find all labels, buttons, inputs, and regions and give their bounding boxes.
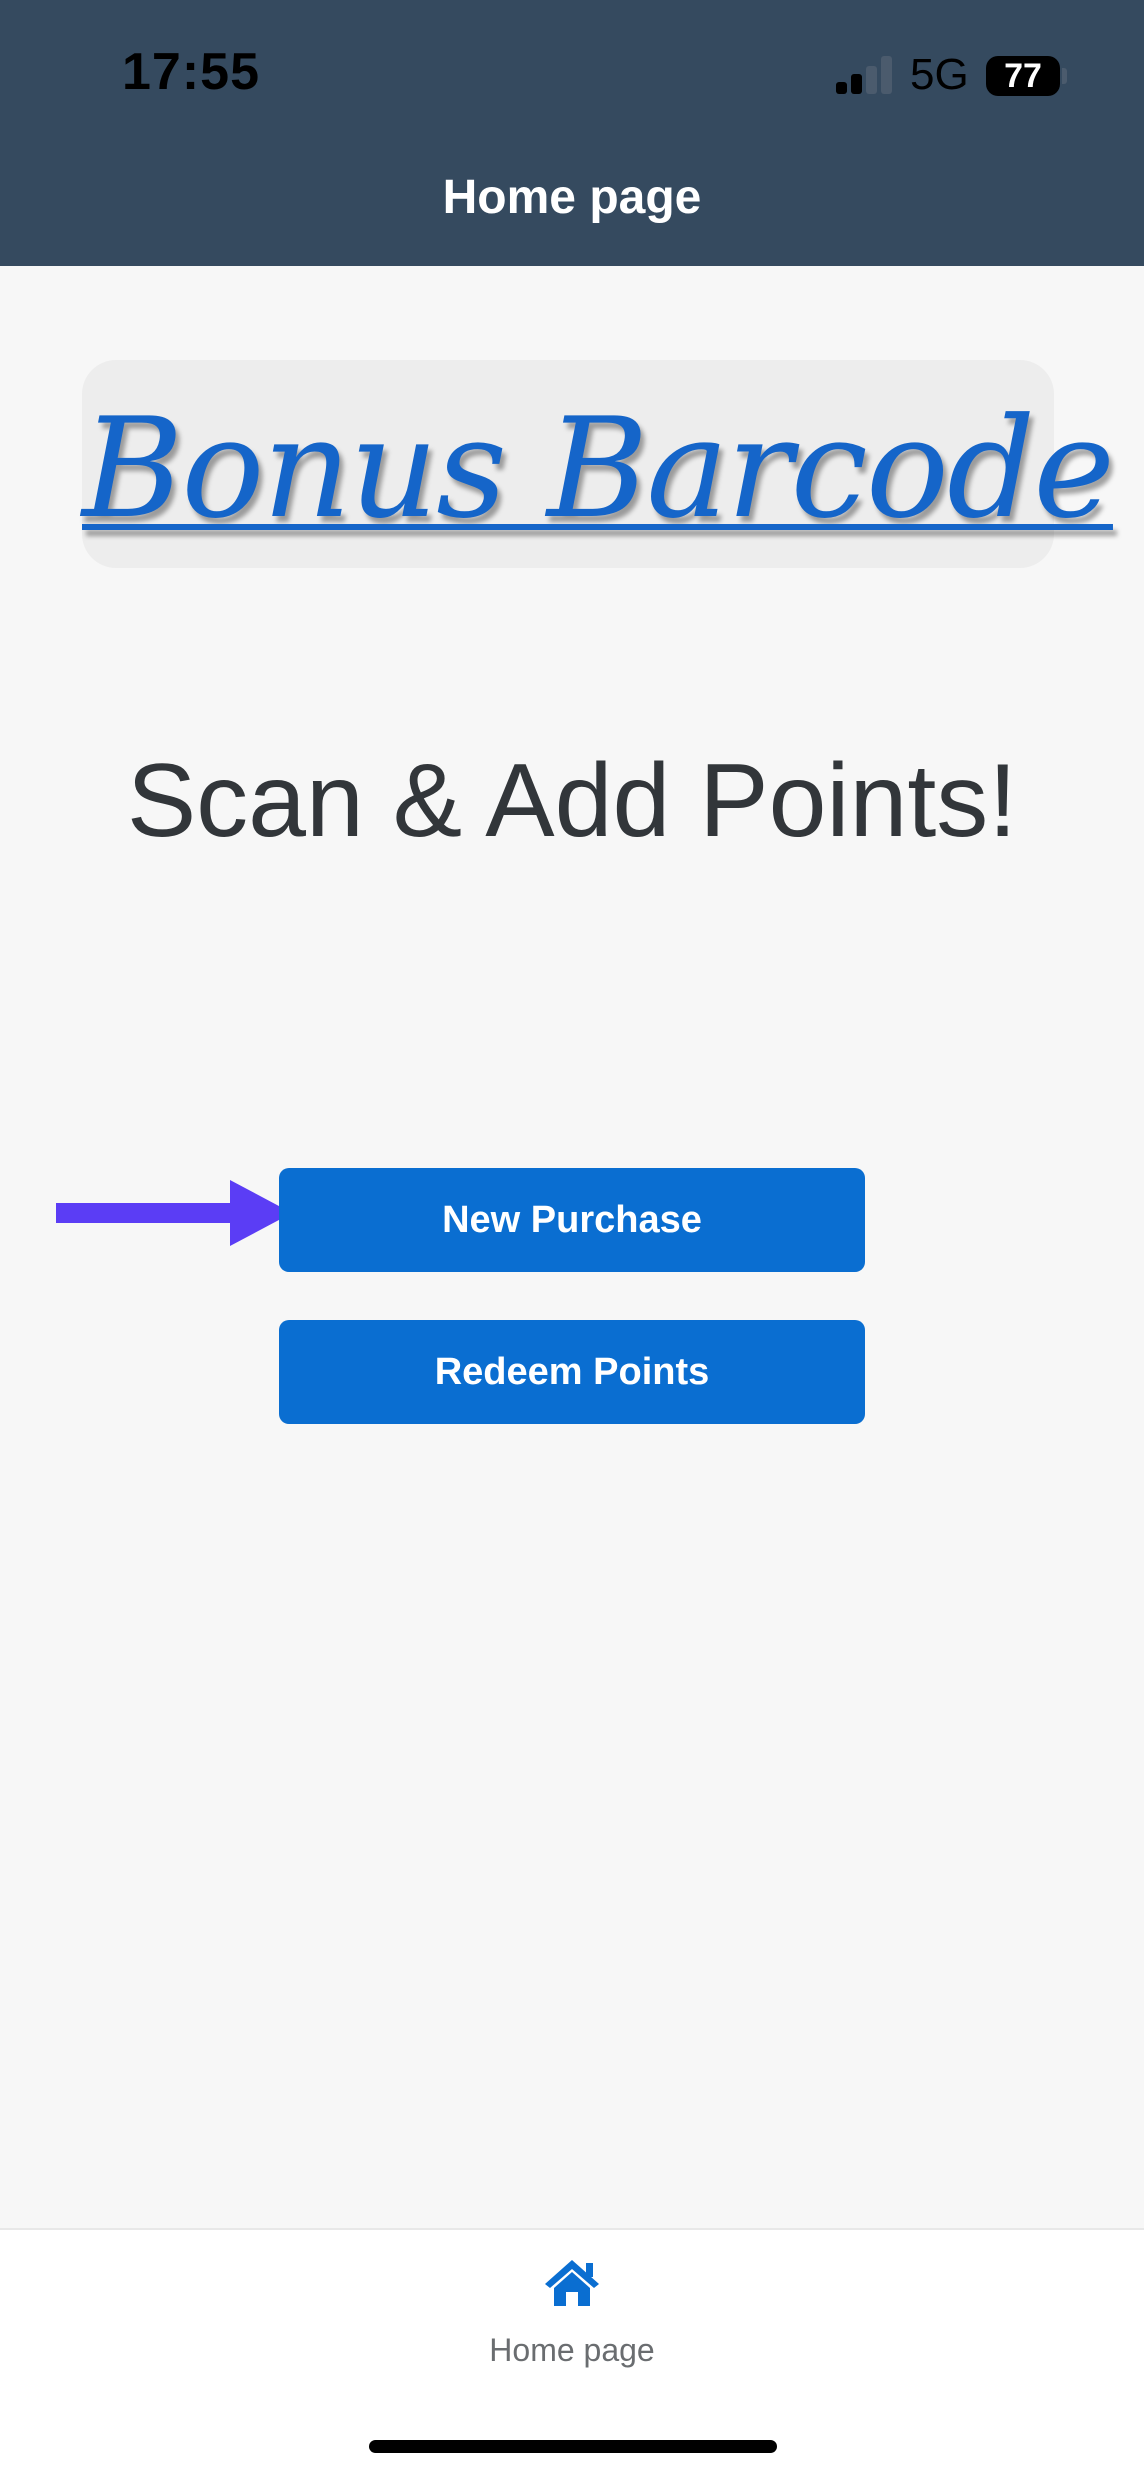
app-header: 17:55 5G 77 Home page	[0, 0, 1144, 266]
page-title: Home page	[442, 171, 702, 224]
pointer-arrow-icon	[56, 1180, 292, 1246]
new-purchase-button[interactable]: New Purchase	[279, 1168, 865, 1272]
tab-home-label: Home page	[489, 2332, 655, 2368]
app-logo: Bonus Barcode	[82, 388, 1115, 549]
cellular-signal-icon	[836, 56, 894, 94]
logo-card: Bonus Barcode	[82, 360, 1115, 568]
home-icon	[545, 2260, 599, 2306]
tab-home[interactable]: Home page	[422, 2230, 722, 2380]
redeem-points-button[interactable]: Redeem Points	[279, 1320, 865, 1424]
status-time: 17:55	[122, 43, 260, 101]
home-indicator	[369, 2440, 777, 2453]
battery-tip	[1062, 68, 1067, 84]
tagline: Scan & Add Points!	[126, 743, 1018, 859]
network-type: 5G	[910, 50, 969, 99]
battery-icon: 77	[986, 56, 1060, 96]
